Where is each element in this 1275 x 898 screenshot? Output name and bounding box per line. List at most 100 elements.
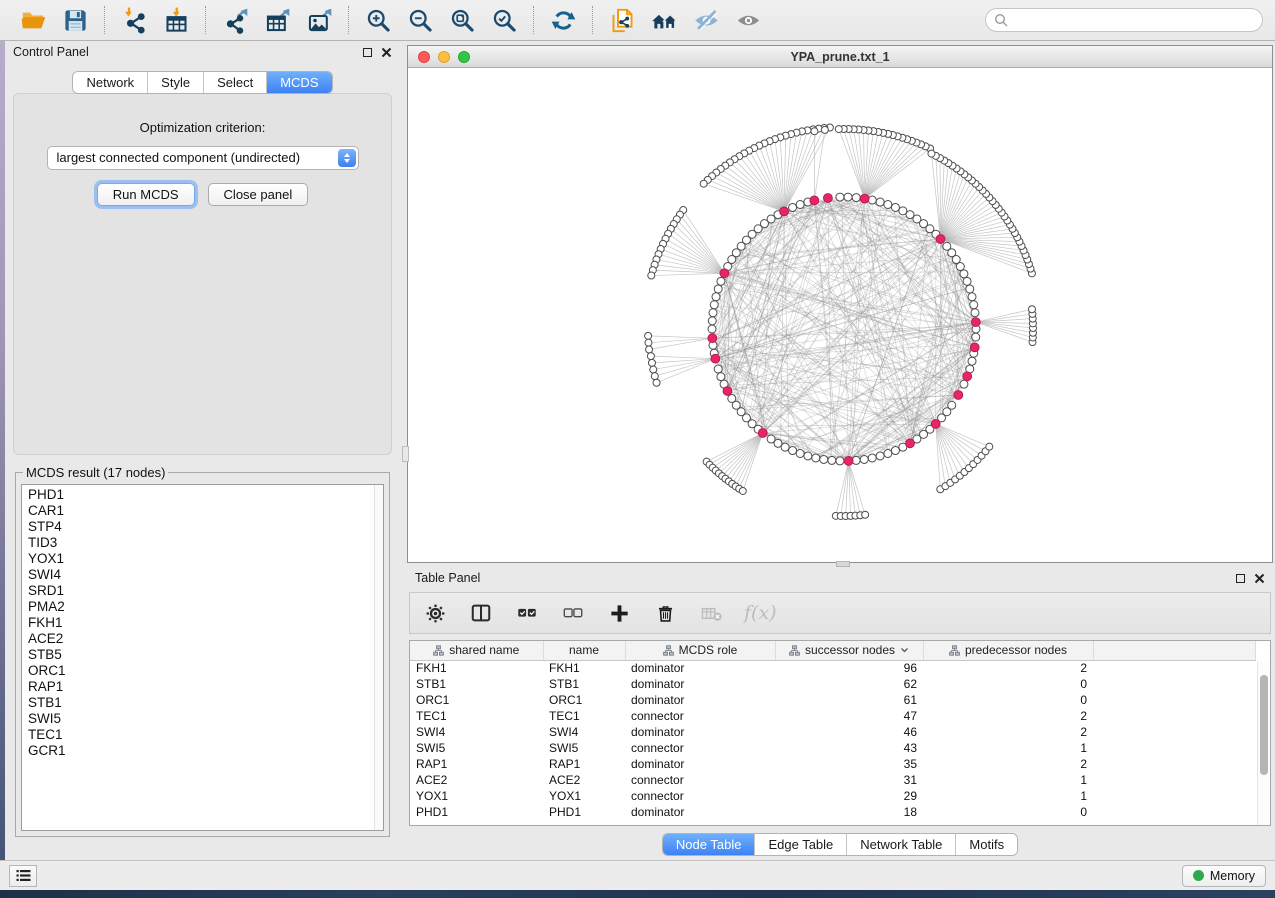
- result-item[interactable]: STB5: [28, 647, 383, 663]
- table-cell[interactable]: PHD1: [410, 804, 543, 820]
- result-item[interactable]: RAP1: [28, 679, 383, 695]
- tab-network[interactable]: Network: [73, 72, 148, 93]
- table-scrollbar[interactable]: [1257, 661, 1270, 825]
- network-titlebar[interactable]: YPA_prune.txt_1: [408, 46, 1272, 68]
- table-row[interactable]: ACE2ACE2connector311: [410, 772, 1256, 788]
- table-cell[interactable]: SWI4: [410, 724, 543, 740]
- table-cell[interactable]: 1: [923, 740, 1093, 756]
- table-cell[interactable]: dominator: [625, 724, 775, 740]
- table-cell[interactable]: 62: [775, 676, 923, 692]
- select-all-button[interactable]: [514, 600, 540, 626]
- table-row[interactable]: ORC1ORC1dominator610: [410, 692, 1256, 708]
- table-cell[interactable]: 35: [775, 756, 923, 772]
- table-row[interactable]: STB1STB1dominator620: [410, 676, 1256, 692]
- zoom-fit-button[interactable]: [446, 4, 478, 36]
- memory-button[interactable]: Memory: [1182, 865, 1266, 887]
- close-panel-button[interactable]: Close panel: [208, 183, 309, 206]
- zoom-in-button[interactable]: [362, 4, 394, 36]
- float-panel-icon[interactable]: [363, 48, 372, 57]
- result-item[interactable]: STP4: [28, 519, 383, 535]
- tab-mcds[interactable]: MCDS: [267, 72, 331, 93]
- duplicate-network-button[interactable]: [606, 4, 638, 36]
- table-cell[interactable]: 2: [923, 708, 1093, 724]
- close-panel-icon[interactable]: [381, 47, 392, 58]
- table-cell[interactable]: FKH1: [410, 660, 543, 676]
- table-row[interactable]: PHD1PHD1dominator180: [410, 804, 1256, 820]
- table-cell[interactable]: dominator: [625, 756, 775, 772]
- table-cell[interactable]: 31: [775, 772, 923, 788]
- export-network-button[interactable]: [219, 4, 251, 36]
- table-cell[interactable]: ACE2: [543, 772, 625, 788]
- tab-select[interactable]: Select: [204, 72, 267, 93]
- table-options-gear-button[interactable]: [422, 600, 448, 626]
- table-cell[interactable]: 46: [775, 724, 923, 740]
- table-cell[interactable]: 0: [923, 676, 1093, 692]
- table-cell[interactable]: dominator: [625, 676, 775, 692]
- table-cell[interactable]: RAP1: [410, 756, 543, 772]
- table-row[interactable]: FKH1FKH1dominator962: [410, 660, 1256, 676]
- result-item[interactable]: CAR1: [28, 503, 383, 519]
- table-cell[interactable]: FKH1: [543, 660, 625, 676]
- table-cell[interactable]: 2: [923, 724, 1093, 740]
- table-cell[interactable]: 2: [923, 660, 1093, 676]
- add-row-button[interactable]: [606, 600, 632, 626]
- zoom-selected-button[interactable]: [488, 4, 520, 36]
- table-cell[interactable]: 29: [775, 788, 923, 804]
- delete-table-button[interactable]: [698, 600, 724, 626]
- import-network-button[interactable]: [118, 4, 150, 36]
- table-cell[interactable]: connector: [625, 772, 775, 788]
- table-cell[interactable]: SWI5: [410, 740, 543, 756]
- delete-row-button[interactable]: [652, 600, 678, 626]
- table-cell[interactable]: STB1: [543, 676, 625, 692]
- table-cell[interactable]: 2: [923, 756, 1093, 772]
- result-item[interactable]: PHD1: [28, 487, 383, 503]
- column-header-predecessor-nodes[interactable]: predecessor nodes: [923, 641, 1093, 660]
- hide-selected-button[interactable]: [690, 4, 722, 36]
- table-cell[interactable]: YOX1: [410, 788, 543, 804]
- save-session-button[interactable]: [59, 4, 91, 36]
- result-item[interactable]: GCR1: [28, 743, 383, 759]
- table-cell[interactable]: dominator: [625, 804, 775, 820]
- table-cell[interactable]: RAP1: [543, 756, 625, 772]
- result-item[interactable]: YOX1: [28, 551, 383, 567]
- show-panels-list-button[interactable]: [9, 865, 37, 887]
- result-item[interactable]: TID3: [28, 535, 383, 551]
- table-cell[interactable]: ACE2: [410, 772, 543, 788]
- table-cell[interactable]: 1: [923, 772, 1093, 788]
- table-cell[interactable]: 61: [775, 692, 923, 708]
- table-row[interactable]: RAP1RAP1dominator352: [410, 756, 1256, 772]
- column-header-shared-name[interactable]: shared name: [410, 641, 543, 660]
- table-row[interactable]: YOX1YOX1connector291: [410, 788, 1256, 804]
- table-cell[interactable]: 0: [923, 804, 1093, 820]
- tab-motifs[interactable]: Motifs: [956, 834, 1017, 855]
- table-cell[interactable]: connector: [625, 740, 775, 756]
- show-all-button[interactable]: [732, 4, 764, 36]
- table-cell[interactable]: 47: [775, 708, 923, 724]
- table-cell[interactable]: SWI4: [543, 724, 625, 740]
- table-cell[interactable]: ORC1: [543, 692, 625, 708]
- table-cell[interactable]: 96: [775, 660, 923, 676]
- tab-edge-table[interactable]: Edge Table: [755, 834, 847, 855]
- close-table-panel-icon[interactable]: [1254, 573, 1265, 584]
- table-cell[interactable]: SWI5: [543, 740, 625, 756]
- table-cell[interactable]: 43: [775, 740, 923, 756]
- deselect-all-button[interactable]: [560, 600, 586, 626]
- criterion-select[interactable]: largest connected component (undirected): [47, 146, 359, 170]
- column-header-successor-nodes[interactable]: successor nodes: [775, 641, 923, 660]
- table-row[interactable]: TEC1TEC1connector472: [410, 708, 1256, 724]
- table-cell[interactable]: TEC1: [410, 708, 543, 724]
- tab-node-table[interactable]: Node Table: [663, 834, 756, 855]
- table-scrollbar-thumb[interactable]: [1260, 675, 1268, 775]
- result-item[interactable]: STB1: [28, 695, 383, 711]
- table-row[interactable]: SWI4SWI4dominator462: [410, 724, 1256, 740]
- import-table-button[interactable]: [160, 4, 192, 36]
- table-cell[interactable]: dominator: [625, 660, 775, 676]
- show-columns-button[interactable]: [468, 600, 494, 626]
- run-mcds-button[interactable]: Run MCDS: [97, 183, 195, 206]
- float-table-panel-icon[interactable]: [1236, 574, 1245, 583]
- result-item[interactable]: SWI4: [28, 567, 383, 583]
- table-cell[interactable]: TEC1: [543, 708, 625, 724]
- table-cell[interactable]: 18: [775, 804, 923, 820]
- column-header-MCDS-role[interactable]: MCDS role: [625, 641, 775, 660]
- result-item[interactable]: PMA2: [28, 599, 383, 615]
